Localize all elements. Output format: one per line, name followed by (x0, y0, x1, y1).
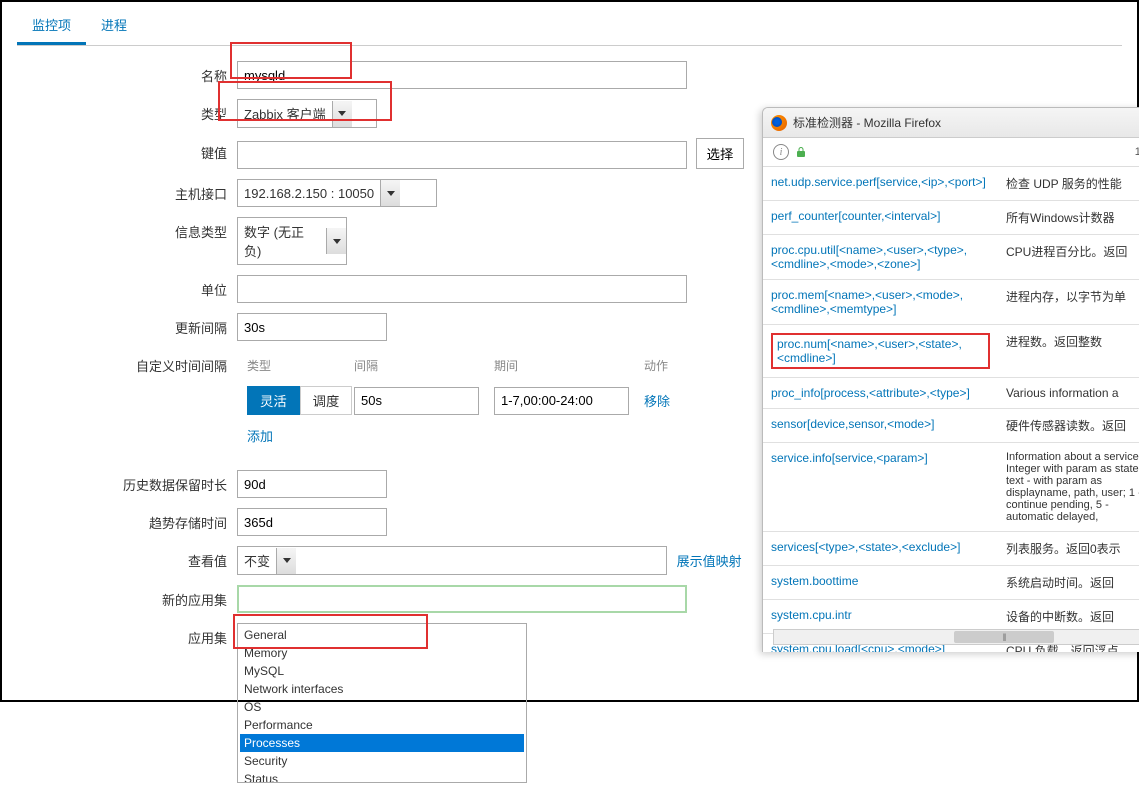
list-item[interactable]: OS (240, 698, 524, 716)
table-row-highlighted[interactable]: proc.num[<name>,<user>,<state>,<cmdline>… (763, 325, 1139, 378)
view-select[interactable]: 不变 (237, 546, 667, 575)
scroll-thumb[interactable] (954, 631, 1054, 643)
table-row[interactable]: service.info[service,<param>]Information… (763, 443, 1139, 532)
list-item[interactable]: MySQL (240, 662, 524, 680)
firefox-window: 标准检测器 - Mozilla Firefox i 1p net.udp.ser… (762, 107, 1139, 652)
tab-process[interactable]: 进程 (86, 7, 142, 45)
firefox-content: net.udp.service.perf[service,<ip>,<port>… (763, 167, 1139, 652)
chevron-down-icon[interactable] (276, 548, 296, 574)
list-item[interactable]: Memory (240, 644, 524, 662)
tab-monitor[interactable]: 监控项 (17, 7, 86, 45)
chevron-down-icon[interactable] (326, 228, 346, 254)
firefox-titlebar[interactable]: 标准检测器 - Mozilla Firefox (763, 108, 1139, 138)
period-input[interactable] (494, 387, 629, 415)
host-select[interactable]: 192.168.2.150 : 10050 (237, 179, 437, 207)
appset-listbox[interactable]: General Memory MySQL Network interfaces … (237, 623, 527, 783)
table-row[interactable]: system.boottime系统启动时间。返回 (763, 566, 1139, 600)
firefox-title: 标准检测器 - Mozilla Firefox (793, 114, 941, 131)
list-item[interactable]: General (240, 626, 524, 644)
update-label: 更新间隔 (17, 313, 237, 337)
firefox-address-bar[interactable]: i 1p (763, 138, 1139, 167)
trend-input[interactable] (237, 508, 387, 536)
table-row[interactable]: proc.cpu.util[<name>,<user>,<type>,<cmdl… (763, 235, 1139, 280)
interval-input[interactable] (354, 387, 479, 415)
view-mapping-link[interactable]: 展示值映射 (677, 554, 742, 569)
history-input[interactable] (237, 470, 387, 498)
newapp-input[interactable] (237, 585, 687, 613)
view-select-text: 不变 (238, 547, 276, 574)
table-row[interactable]: perf_counter[counter,<interval>]所有Window… (763, 201, 1139, 235)
info-select-text: 数字 (无正负) (238, 218, 326, 264)
view-label: 查看值 (17, 546, 237, 570)
info-icon: i (773, 144, 789, 160)
btn-schedule[interactable]: 调度 (300, 386, 353, 415)
host-select-text: 192.168.2.150 : 10050 (238, 182, 380, 205)
table-row[interactable]: net.udp.service.perf[service,<ip>,<port>… (763, 167, 1139, 201)
type-label: 类型 (17, 99, 237, 123)
btn-flexible[interactable]: 灵活 (247, 386, 300, 415)
firefox-icon (771, 115, 787, 131)
info-select[interactable]: 数字 (无正负) (237, 217, 347, 265)
appset-label: 应用集 (17, 623, 237, 647)
unit-input[interactable] (237, 275, 687, 303)
newapp-label: 新的应用集 (17, 585, 237, 609)
interval-header: 类型 间隔 期间 动作 (237, 351, 687, 380)
custom-label: 自定义时间间隔 (17, 351, 237, 375)
info-label: 信息类型 (17, 217, 237, 241)
list-item[interactable]: Network interfaces (240, 680, 524, 698)
list-item[interactable]: Performance (240, 716, 524, 734)
tab-bar: 监控项 进程 (17, 7, 1122, 46)
chevron-down-icon[interactable] (380, 180, 400, 206)
table-row[interactable]: services[<type>,<state>,<exclude>]列表服务。返… (763, 532, 1139, 566)
host-label: 主机接口 (17, 179, 237, 203)
key-input[interactable] (237, 141, 687, 169)
name-input[interactable] (237, 61, 687, 89)
firefox-url-suffix: 1p (1135, 146, 1139, 158)
remove-link[interactable]: 移除 (644, 391, 670, 410)
list-item[interactable]: Status (240, 770, 524, 783)
update-input[interactable] (237, 313, 387, 341)
add-link[interactable]: 添加 (237, 421, 283, 450)
trend-label: 趋势存储时间 (17, 508, 237, 532)
chevron-down-icon[interactable] (332, 101, 352, 127)
list-item[interactable]: Security (240, 752, 524, 770)
unit-label: 单位 (17, 275, 237, 299)
type-select-text: Zabbix 客户端 (238, 100, 332, 127)
lock-icon (795, 146, 807, 158)
history-label: 历史数据保留时长 (17, 470, 237, 494)
key-select-button[interactable]: 选择 (696, 138, 745, 169)
type-select[interactable]: Zabbix 客户端 (237, 99, 377, 128)
table-row[interactable]: sensor[device,sensor,<mode>]硬件传感器读数。返回 (763, 409, 1139, 443)
table-row[interactable]: proc_info[process,<attribute>,<type>]Var… (763, 378, 1139, 409)
list-item-selected[interactable]: Processes (240, 734, 524, 752)
name-label: 名称 (17, 61, 237, 85)
table-row[interactable]: proc.mem[<name>,<user>,<mode>,<cmdline>,… (763, 280, 1139, 325)
key-label: 键值 (17, 138, 237, 162)
horizontal-scrollbar[interactable] (773, 629, 1139, 645)
